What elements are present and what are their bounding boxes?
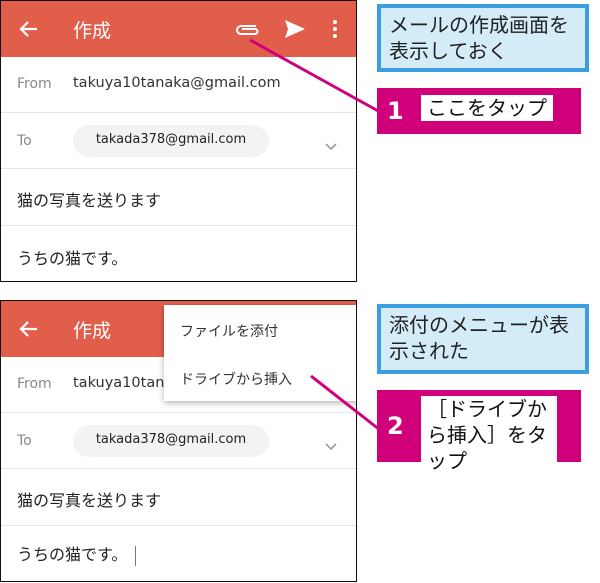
to-label: To (17, 433, 32, 449)
step-instruction: ここをタップ (421, 95, 553, 121)
from-label: From (17, 376, 52, 392)
note-menu-shown: 添付のメニューが表示された (377, 304, 589, 374)
from-value: takuya10tana (73, 375, 174, 391)
step-1-callout: 1 ここをタップ (377, 88, 581, 134)
step-number: 2 (387, 412, 404, 440)
step-number: 1 (387, 97, 404, 125)
subject-field[interactable]: 猫の写真を送ります (17, 487, 161, 511)
back-arrow-icon[interactable] (17, 317, 41, 341)
body-field[interactable]: うちの猫です。 (17, 541, 137, 566)
recipient-chip[interactable]: takada378@gmail.com (73, 125, 269, 157)
menu-item-attach-file[interactable]: ファイルを添付 (180, 321, 278, 341)
page-title: 作成 (73, 20, 112, 42)
chevron-down-icon[interactable] (324, 437, 338, 451)
compose-screen-1: 作成 From takuya10tanaka@gmail.com To taka… (0, 0, 357, 282)
from-label: From (17, 76, 52, 92)
paperclip-icon[interactable] (234, 21, 260, 37)
from-value: takuya10tanaka@gmail.com (73, 75, 281, 91)
step-2-callout: 2 ［ドライブから挿入］をタップ (377, 390, 581, 474)
subject-row[interactable]: 猫の写真を送ります (1, 169, 356, 226)
step-instruction: ［ドライブから挿入］をタップ (421, 396, 557, 474)
page-title: 作成 (73, 320, 112, 342)
note-compose-screen: メールの作成画面を表示しておく (377, 4, 589, 72)
recipient-email: takada378@gmail.com (95, 132, 247, 147)
send-icon[interactable] (284, 19, 306, 39)
attach-menu: ファイルを添付 ドライブから挿入 (164, 305, 356, 401)
subject-row[interactable]: 猫の写真を送ります (1, 469, 356, 526)
body-field[interactable]: うちの猫です。 (17, 245, 127, 269)
chevron-down-icon[interactable] (324, 137, 338, 151)
recipient-chip[interactable]: takada378@gmail.com (73, 425, 269, 457)
app-bar: 作成 (1, 1, 356, 57)
text-cursor (135, 545, 137, 566)
more-vertical-icon[interactable] (331, 19, 339, 39)
body-text: うちの猫です。 (17, 545, 128, 564)
back-arrow-icon[interactable] (17, 17, 41, 41)
to-label: To (17, 133, 32, 149)
to-row[interactable]: To takada378@gmail.com (1, 113, 356, 169)
menu-item-insert-from-drive[interactable]: ドライブから挿入 (180, 369, 292, 389)
subject-field[interactable]: 猫の写真を送ります (17, 187, 161, 211)
recipient-email: takada378@gmail.com (95, 432, 247, 447)
to-row[interactable]: To takada378@gmail.com (1, 413, 356, 469)
compose-screen-2: 作成 From takuya10tana To takada378@gmail.… (0, 300, 357, 582)
from-row[interactable]: From takuya10tanaka@gmail.com (1, 57, 356, 113)
